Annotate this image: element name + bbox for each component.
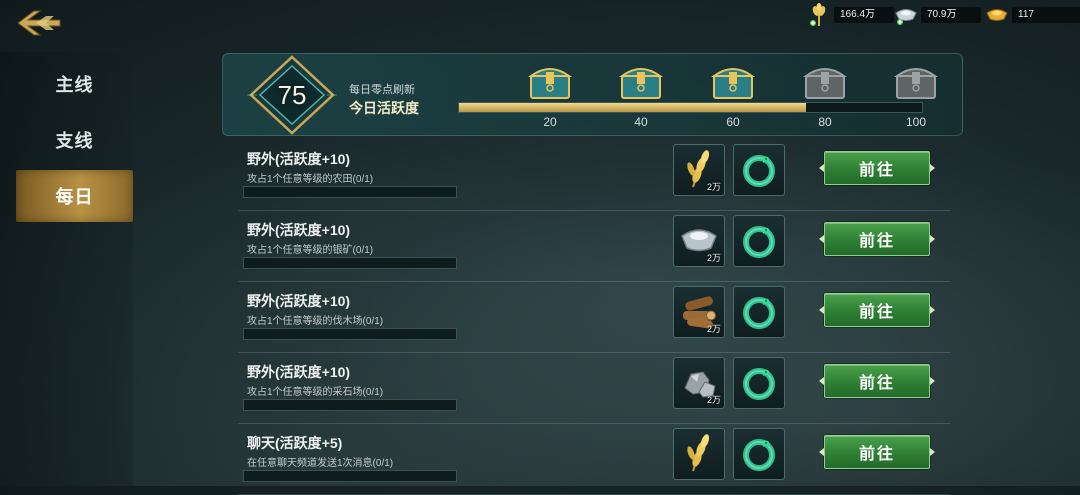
task-description: 在任意聊天频道发送1次消息(0/1) (247, 458, 394, 469)
activity-points: 75 (277, 80, 307, 110)
task-row: 野外(活跃度+10) 攻占1个任意等级的伐木场(0/1) 2万 前往 (238, 284, 950, 353)
jade-dragon-icon (739, 362, 779, 407)
food-resource[interactable]: 166.4万 (806, 3, 894, 27)
jade-dragon-icon (739, 291, 779, 336)
silver-ingot-icon (893, 3, 919, 27)
reward-item-slot[interactable] (733, 428, 785, 480)
activity-refresh-note: 每日零点刷新 (349, 84, 415, 96)
milestone-label: 40 (634, 115, 648, 129)
task-row: 野外(活跃度+10) 攻占1个任意等级的农田(0/1) 2万 前往 (238, 142, 950, 211)
silver-amount: 70.9万 (921, 7, 981, 23)
go-button[interactable]: 前往 (819, 151, 935, 185)
gold-ingot-icon (984, 3, 1010, 27)
task-description: 攻占1个任意等级的采石场(0/1) (247, 387, 384, 398)
reward-item-slot[interactable]: 2万 (673, 357, 725, 409)
reward-chest-80[interactable] (802, 62, 848, 102)
milestone-label: 60 (726, 115, 740, 129)
back-button[interactable] (14, 6, 66, 40)
gold-resource[interactable]: 117 (984, 4, 1080, 26)
task-row: 野外(活跃度+10) 攻占1个任意等级的采石场(0/1) 2万 前往 (238, 355, 950, 424)
gold-amount: 117 (1012, 7, 1080, 23)
reward-quantity: 2万 (706, 395, 721, 405)
task-progress-bar (243, 399, 457, 411)
reward-chest-40[interactable] (618, 62, 664, 102)
reward-item-slot[interactable]: 2万 (673, 215, 725, 267)
milestone-label: 100 (905, 115, 927, 129)
task-row: 野外(活跃度+10) 攻占1个任意等级的银矿(0/1) 2万 前往 (238, 213, 950, 282)
tab-side-quest[interactable]: 支线 (16, 114, 133, 166)
task-description: 攻占1个任意等级的银矿(0/1) (247, 245, 374, 256)
food-amount: 166.4万 (834, 7, 894, 23)
tab-main-quest[interactable]: 主线 (16, 58, 133, 110)
task-title: 野外(活跃度+10) (247, 222, 351, 238)
milestone-label: 20 (543, 115, 557, 129)
reward-item-slot[interactable] (673, 428, 725, 480)
tab-daily[interactable]: 每日 (16, 170, 133, 222)
wheat-icon (806, 3, 832, 27)
reward-item-slot[interactable] (733, 286, 785, 338)
reward-item-slot[interactable] (733, 144, 785, 196)
task-progress-bar (243, 328, 457, 340)
reward-item-slot[interactable]: 2万 (673, 286, 725, 338)
jade-dragon-icon (739, 220, 779, 265)
task-title: 野外(活跃度+10) (247, 151, 351, 167)
silver-resource[interactable]: 70.9万 (893, 4, 981, 26)
go-button[interactable]: 前往 (819, 364, 935, 398)
activity-title: 今日活跃度 (349, 100, 419, 116)
activity-progress-fill (459, 103, 807, 112)
go-button[interactable]: 前往 (819, 222, 935, 256)
task-row: 聊天(活跃度+5) 在任意聊天频道发送1次消息(0/1) 前往 (238, 426, 950, 495)
reward-quantity: 2万 (706, 253, 721, 263)
task-progress-bar (243, 186, 457, 198)
activity-progress-bar (458, 102, 923, 113)
reward-quantity: 2万 (706, 324, 721, 334)
task-progress-bar (243, 470, 457, 482)
jade-dragon-icon (739, 433, 779, 478)
activity-panel: 75 每日零点刷新 今日活跃度 20 40 60 80 100 (222, 53, 963, 136)
task-progress-bar (243, 257, 457, 269)
task-title: 聊天(活跃度+5) (247, 435, 343, 451)
milestone-label: 80 (818, 115, 832, 129)
reward-item-slot[interactable] (733, 215, 785, 267)
go-button[interactable]: 前往 (819, 293, 935, 327)
task-title: 野外(活跃度+10) (247, 364, 351, 380)
sidebar: 主线 支线 每日 (0, 52, 133, 486)
wheat-icon (679, 433, 719, 478)
reward-item-slot[interactable]: 2万 (673, 144, 725, 196)
reward-quantity: 2万 (706, 182, 721, 192)
task-description: 攻占1个任意等级的农田(0/1) (247, 174, 374, 185)
back-arrow-icon (17, 10, 61, 36)
task-description: 攻占1个任意等级的伐木场(0/1) (247, 316, 384, 327)
task-title: 野外(活跃度+10) (247, 293, 351, 309)
jade-dragon-icon (739, 149, 779, 194)
reward-chest-20[interactable] (527, 62, 573, 102)
reward-chest-100[interactable] (893, 62, 939, 102)
reward-item-slot[interactable] (733, 357, 785, 409)
reward-chest-60[interactable] (710, 62, 756, 102)
go-button[interactable]: 前往 (819, 435, 935, 469)
